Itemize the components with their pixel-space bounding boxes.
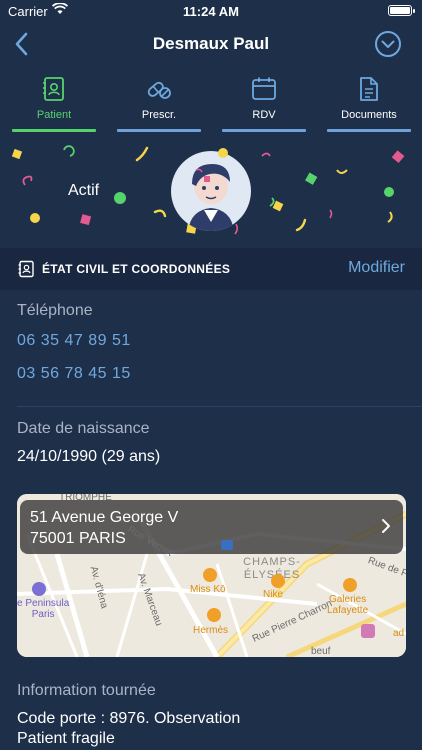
birth-date-label: Date de naissance (17, 420, 150, 437)
tab-label: Documents (341, 109, 397, 121)
phone-number-1[interactable]: 06 35 47 89 51 (17, 332, 131, 350)
chevron-right-icon (382, 519, 390, 533)
tab-documents[interactable]: Documents (327, 70, 411, 132)
map-poi-label: Hermès (193, 625, 229, 636)
tab-patient[interactable]: Patient (12, 70, 96, 132)
shopping-pin-icon (207, 608, 221, 622)
tab-underline (327, 129, 411, 132)
tab-underline (12, 129, 96, 132)
section-title: ÉTAT CIVIL ET COORDONNÉES (42, 262, 231, 276)
contact-book-icon (43, 77, 64, 101)
map-poi-label: ad (393, 628, 405, 639)
shopping-pin-icon (343, 578, 357, 592)
map-poi-label: e Peninsula Paris (17, 598, 70, 620)
shopping-pin-icon (203, 568, 217, 582)
map-poi-label: Nike (263, 589, 284, 600)
page-title: Desmaux Paul (152, 34, 270, 53)
tab-label: Prescr. (141, 109, 177, 121)
metro-icon (221, 540, 233, 550)
phone-number-2[interactable]: 03 56 78 45 15 (17, 365, 131, 383)
section-header-civil: ÉTAT CIVIL ET COORDONNÉES Modifier (0, 248, 422, 290)
tab-underline (117, 129, 201, 132)
tour-info-line-2: Patient fragile (17, 730, 115, 747)
tour-info-line-1: Code porte : 8976. Observation (17, 710, 241, 727)
hotel-pin-icon (32, 582, 46, 596)
map-poi-label: Miss Kō (190, 584, 226, 595)
calendar-icon (252, 77, 276, 100)
contact-card-icon (18, 260, 34, 278)
map-street-label: TRIOMPHE (59, 494, 112, 503)
tour-info-label: Information tournée (17, 682, 156, 699)
address-line-1: 51 Avenue George V (30, 509, 179, 526)
tab-bar: Patient Prescr. RDV Documents (0, 70, 422, 132)
map-street-label: beuf (311, 646, 331, 657)
tab-rdv[interactable]: RDV (222, 70, 306, 132)
edit-button[interactable]: Modifier (348, 259, 405, 277)
tab-label: Patient (36, 109, 72, 121)
divider (17, 406, 422, 407)
status-bar: Carrier 11:24 AM (0, 0, 422, 22)
address-card[interactable]: 51 Avenue George V 75001 PARIS (20, 500, 403, 554)
address-map[interactable]: 51 Avenue George V 75001 PARIS TRIOMPHE … (17, 494, 406, 657)
navigation-bar: Desmaux Paul (0, 22, 422, 66)
birth-date-value: 24/10/1990 (29 ans) (17, 448, 161, 465)
map-poi-label: Galeries Lafayette (327, 594, 369, 616)
chevron-down-circle-icon[interactable] (374, 30, 402, 58)
shopping-pin-icon (271, 574, 285, 588)
tab-prescriptions[interactable]: Prescr. (117, 70, 201, 132)
phone-label: Téléphone (17, 302, 93, 319)
store-pin-icon (361, 624, 375, 638)
address-line-2: 75001 PARIS (30, 530, 126, 547)
pills-icon (147, 81, 171, 99)
confetti-overlay (195, 148, 228, 182)
tab-underline (222, 129, 306, 132)
document-icon (360, 77, 378, 101)
battery-icon (388, 5, 415, 16)
patient-hero: Actif (0, 140, 422, 248)
tab-label: RDV (252, 109, 276, 121)
clock: 11:24 AM (183, 4, 239, 19)
